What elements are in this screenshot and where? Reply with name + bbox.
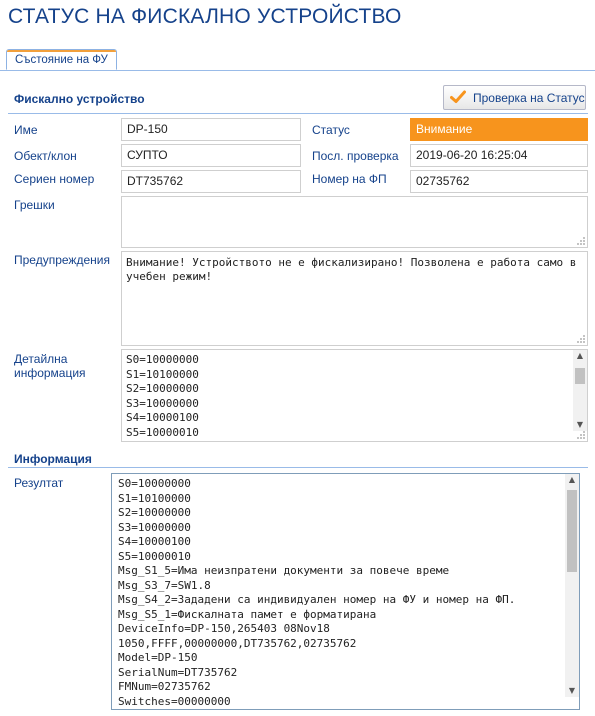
result-lines: S0=10000000 S1=10100000 S2=10000000 S3=1…	[112, 474, 579, 709]
result-line: FMNum=02735762	[118, 680, 211, 693]
details-textarea[interactable]: S0=10000000 S1=10100000 S2=10000000 S3=1…	[121, 349, 588, 442]
warnings-text: Внимание! Устройството не е фискализиран…	[126, 256, 583, 283]
resize-grip-icon[interactable]	[577, 335, 585, 343]
details-lines: S0=10000000 S1=10100000 S2=10000000 S3=1…	[122, 350, 587, 441]
device-name-field[interactable]: DP-150	[121, 118, 301, 141]
details-line: S0=10000000	[126, 353, 199, 366]
status-field[interactable]: Внимание	[410, 118, 588, 141]
result-line: 1050,FFFF,00000000,DT735762,02735762	[118, 636, 357, 650]
scroll-down-icon[interactable]: ▼	[565, 685, 579, 697]
fp-number-label: Номер на ФП	[312, 172, 387, 186]
site-label: Обект/клон	[14, 149, 77, 163]
section-divider	[8, 113, 588, 114]
last-check-field[interactable]: 2019-06-20 16:25:04	[410, 144, 588, 167]
result-line: Switches=00000000	[118, 694, 231, 708]
warnings-label: Предупреждения	[14, 253, 110, 267]
result-line: S4=10000100	[118, 535, 191, 548]
result-line: SerialNum=DT735762	[118, 665, 238, 679]
scroll-thumb[interactable]	[575, 368, 585, 384]
result-scrollbar[interactable]: ▲ ▼	[565, 474, 579, 697]
scroll-up-icon[interactable]: ▲	[565, 474, 579, 486]
errors-textarea[interactable]	[121, 196, 588, 248]
result-line: S1=10100000	[118, 491, 191, 505]
site-field[interactable]: СУПТО	[121, 144, 301, 167]
result-line: S2=10000000	[118, 506, 191, 519]
page-title: СТАТУС НА ФИСКАЛНО УСТРОЙСТВО	[8, 5, 402, 28]
resize-grip-icon[interactable]	[577, 431, 585, 439]
section-divider	[8, 467, 588, 468]
section-title-information: Информация	[14, 452, 92, 466]
tab-device-state[interactable]: Състояние на ФУ	[6, 49, 117, 70]
serial-label: Сериен номер	[14, 172, 95, 186]
details-line: S1=10100000	[126, 367, 199, 381]
details-scrollbar[interactable]: ▲ ▼	[573, 350, 587, 431]
details-line: S3=10000000	[126, 396, 199, 410]
check-status-button[interactable]: Проверка на Статус	[443, 85, 586, 110]
resize-grip-icon[interactable]	[577, 237, 585, 245]
result-line: Msg_S4_2=Зададени са индивидуален номер …	[118, 593, 516, 606]
details-label-line2: информация	[14, 366, 86, 380]
result-label: Резултат	[14, 476, 64, 490]
result-line: Msg_S3_7=SW1.8	[118, 578, 211, 592]
scroll-up-icon[interactable]: ▲	[573, 350, 587, 362]
details-line: S4=10000100	[126, 411, 199, 424]
result-line: Msg_S1_5=Има неизпратени документи за по…	[118, 564, 450, 577]
result-line: S0=10000000	[118, 477, 191, 490]
name-label: Име	[14, 123, 38, 137]
errors-text	[122, 197, 587, 205]
status-label: Статус	[312, 123, 350, 137]
result-textarea[interactable]: S0=10000000 S1=10100000 S2=10000000 S3=1…	[111, 473, 580, 710]
details-line: S5=10000010	[126, 425, 199, 439]
result-line: Model=DP-150	[118, 651, 198, 664]
result-line: Msg_S5_1=Фискалната памет е форматирана	[118, 607, 377, 621]
warnings-textarea[interactable]: Внимание! Устройството не е фискализиран…	[121, 251, 588, 346]
check-status-label: Проверка на Статус	[473, 91, 585, 105]
fp-number-field[interactable]: 02735762	[410, 170, 588, 193]
result-line: S3=10000000	[118, 520, 191, 534]
last-check-label: Посл. проверка	[312, 149, 399, 163]
section-title-fiscal-device: Фискално устройство	[14, 92, 145, 106]
scroll-thumb[interactable]	[567, 490, 577, 572]
errors-label: Грешки	[14, 198, 55, 212]
result-line: DeviceInfo=DP-150,265403 08Nov18	[118, 622, 330, 635]
checkmark-icon	[450, 90, 466, 103]
scroll-down-icon[interactable]: ▼	[573, 419, 587, 431]
result-line: S5=10000010	[118, 549, 191, 563]
details-line: S2=10000000	[126, 382, 199, 395]
serial-field[interactable]: DT735762	[121, 170, 301, 193]
details-label-line1: Детайлна	[14, 352, 68, 366]
